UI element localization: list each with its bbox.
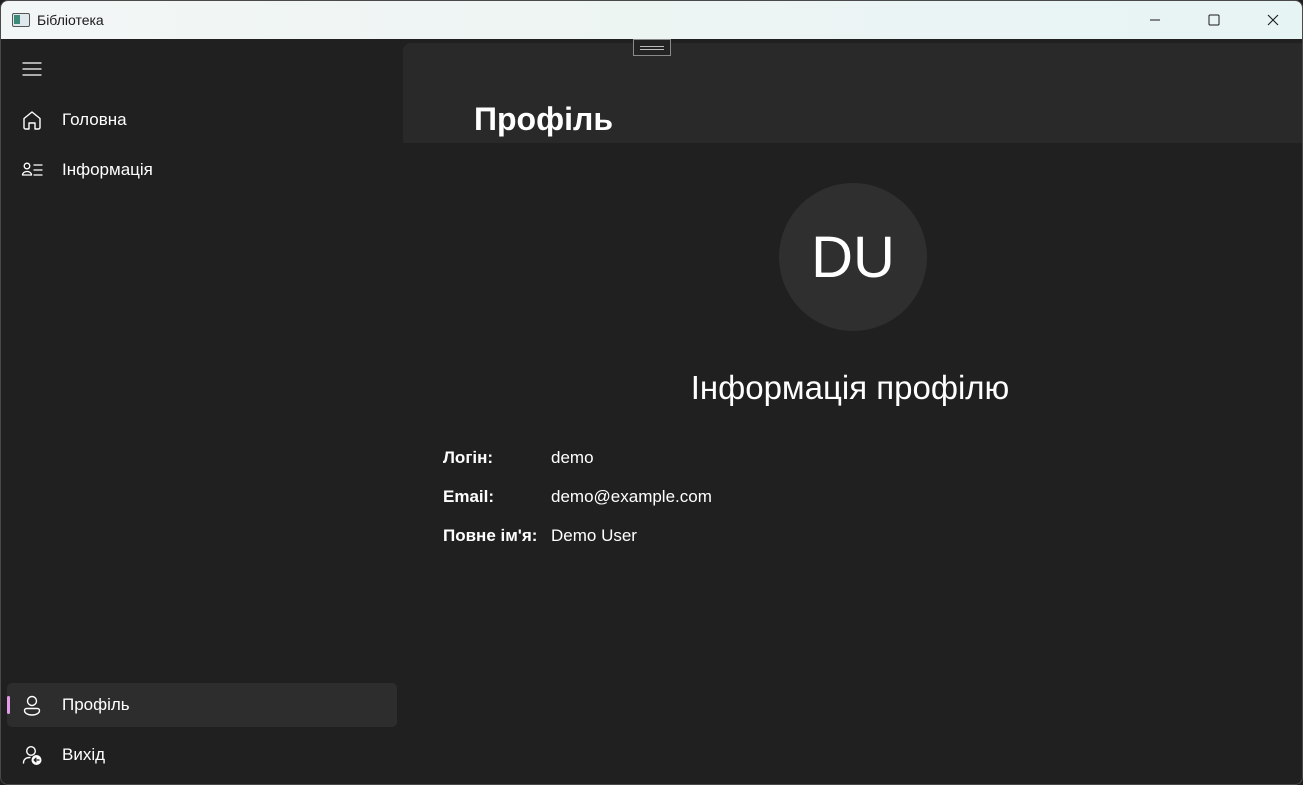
field-value: demo xyxy=(551,448,594,467)
maximize-icon xyxy=(1208,14,1219,26)
hamburger-menu-icon xyxy=(22,62,42,76)
nav-item-label: Інформація xyxy=(62,160,153,179)
navigation-pane: Головна Інформація Профіль Вихід xyxy=(1,39,403,784)
app-window: Бібліотека Головна Інформація Профіль Ви… xyxy=(0,0,1303,785)
field-label: Повне ім'я: xyxy=(443,526,538,545)
nav-item-label: Головна xyxy=(62,110,127,129)
sign-out-icon xyxy=(20,743,44,767)
field-label: Email: xyxy=(443,487,495,506)
nav-item-home[interactable]: Головна xyxy=(7,98,397,142)
person-icon xyxy=(20,693,44,717)
avatar: DU xyxy=(779,183,927,331)
app-window-icon xyxy=(12,13,30,27)
nav-item-profile[interactable]: Профіль xyxy=(7,683,397,727)
field-label: Логін: xyxy=(443,448,494,467)
home-icon xyxy=(20,108,44,132)
close-icon xyxy=(1267,14,1278,26)
content-frame: Профіль DU Інформація профілю Логін: dem… xyxy=(403,39,1302,784)
drag-handle[interactable] xyxy=(633,39,671,56)
window-title: Бібліотека xyxy=(37,12,104,28)
contact-info-icon xyxy=(20,158,44,182)
nav-item-info[interactable]: Інформація xyxy=(7,148,397,192)
profile-field-login: Логін: demo xyxy=(443,446,594,470)
nav-item-label: Профіль xyxy=(62,695,130,714)
grip-icon xyxy=(640,45,664,50)
page-title: Профіль xyxy=(474,101,613,137)
maximize-button[interactable] xyxy=(1184,1,1243,39)
profile-field-fullname: Повне ім'я: Demo User xyxy=(443,524,637,548)
section-title: Інформація профілю xyxy=(690,369,1010,406)
nav-item-logout[interactable]: Вихід xyxy=(7,733,397,777)
minimize-button[interactable] xyxy=(1125,1,1184,39)
minimize-icon xyxy=(1149,19,1160,21)
nav-item-label: Вихід xyxy=(62,745,106,764)
field-value: Demo User xyxy=(551,526,637,545)
profile-field-email: Email: demo@example.com xyxy=(443,485,712,509)
field-value: demo@example.com xyxy=(551,487,712,506)
close-button[interactable] xyxy=(1243,1,1302,39)
caption-buttons xyxy=(1125,1,1302,39)
title-bar[interactable]: Бібліотека xyxy=(1,1,1302,39)
menu-toggle-button[interactable] xyxy=(10,51,54,87)
